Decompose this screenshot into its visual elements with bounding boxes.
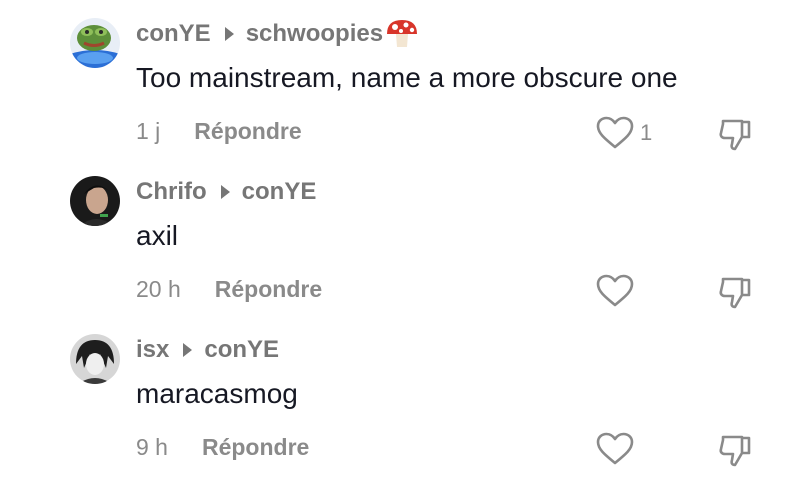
thumbs-down-icon: [719, 277, 751, 309]
comment-text: axil: [136, 220, 179, 251]
like-count: 1: [640, 120, 653, 145]
like-button[interactable]: [596, 432, 640, 466]
reply-button[interactable]: Répondre: [202, 434, 309, 461]
like-button[interactable]: 1: [596, 116, 652, 150]
comment-time: 9 h: [136, 434, 168, 460]
like-button[interactable]: [596, 274, 640, 308]
reply-arrow-icon: [183, 343, 193, 357]
comment-item: Chrifo conYE axil 20 h Répondre: [0, 158, 787, 309]
comment-time: 20 h: [136, 276, 181, 302]
author-name[interactable]: conYE: [136, 20, 211, 48]
avatar[interactable]: [70, 176, 120, 226]
comment-item: conYE schwoopies Too mainstream, name a …: [0, 0, 787, 151]
dislike-button[interactable]: [716, 274, 754, 312]
thumbs-down-icon: [719, 435, 751, 467]
comment-meta: 9 h Répondre: [136, 434, 309, 461]
comment-header: Chrifo conYE: [136, 176, 316, 208]
avatar[interactable]: [70, 18, 120, 68]
comment-time: 1 j: [136, 118, 161, 144]
heart-icon: [596, 432, 634, 465]
comment-text: maracasmog: [136, 378, 298, 409]
reply-arrow-icon: [224, 27, 234, 41]
author-name[interactable]: isx: [136, 336, 169, 364]
comment-item: isx conYE maracasmog 9 h Répondre: [0, 316, 787, 467]
comment-text: Too mainstream, name a more obscure one: [136, 62, 678, 93]
reply-button[interactable]: Répondre: [215, 276, 322, 303]
reply-to-name[interactable]: schwoopies: [246, 20, 383, 48]
heart-icon: [596, 274, 634, 307]
reply-arrow-icon: [220, 185, 230, 199]
author-name[interactable]: Chrifo: [136, 178, 207, 206]
avatar[interactable]: [70, 334, 120, 384]
mushroom-icon: [385, 19, 419, 49]
comment-meta: 1 j Répondre: [136, 118, 302, 145]
thumbs-down-icon: [719, 119, 751, 151]
comment-meta: 20 h Répondre: [136, 276, 322, 303]
dislike-button[interactable]: [716, 116, 754, 154]
reply-to-name[interactable]: conYE: [242, 178, 317, 206]
dislike-button[interactable]: [716, 432, 754, 470]
heart-icon: [596, 116, 634, 149]
reply-to-name[interactable]: conYE: [204, 336, 279, 364]
reply-button[interactable]: Répondre: [194, 118, 301, 145]
comment-header: isx conYE: [136, 334, 279, 366]
comment-header: conYE schwoopies: [136, 18, 419, 50]
